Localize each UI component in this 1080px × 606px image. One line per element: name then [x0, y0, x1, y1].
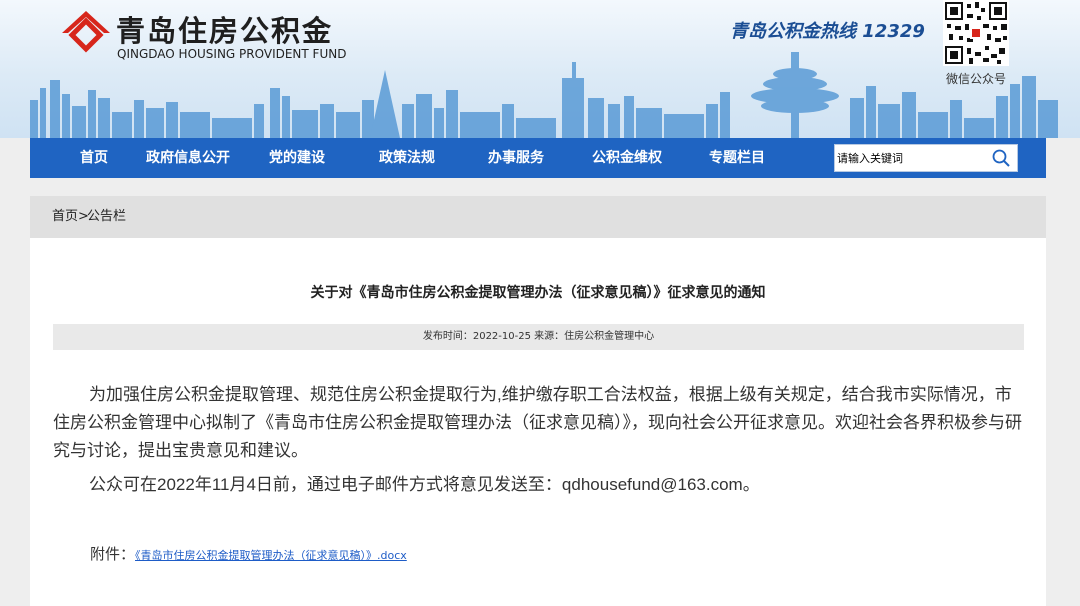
- logo-icon: [62, 11, 110, 53]
- hotline-text: 青岛公积金热线 12329: [730, 21, 925, 42]
- search-input[interactable]: [837, 148, 985, 168]
- article-title: 关于对《青岛市住房公积金提取管理办法（征求意见稿）》征求意见的通知: [310, 285, 766, 301]
- breadcrumb-home[interactable]: 首页: [52, 196, 78, 238]
- qr-label: 微信公众号: [945, 72, 1006, 86]
- nav-item-gov-info[interactable]: 政府信息公开: [146, 138, 230, 178]
- article-paragraph: 公众可在2022年11月4日前，通过电子邮件方式将意见发送至：qdhousefu…: [89, 475, 760, 494]
- nav-item-rights[interactable]: 公积金维权: [592, 138, 662, 178]
- nav-item-home[interactable]: 首页: [80, 138, 108, 178]
- attachment-link[interactable]: 《青岛市住房公积金提取管理办法（征求意见稿）》.docx: [135, 549, 407, 562]
- breadcrumb-current[interactable]: 公告栏: [87, 196, 126, 238]
- main-nav: 首页 政府信息公开 党的建设 政策法规 办事服务 公积金维权 专题栏目: [30, 138, 1046, 178]
- attachment-row: 附件：《青岛市住房公积金提取管理办法（征求意见稿）》.docx: [90, 543, 407, 564]
- attachment-label: 附件：: [90, 545, 136, 563]
- breadcrumb: 首页 > 公告栏: [30, 196, 1046, 238]
- article-paragraph: 为加强住房公积金提取管理、规范住房公积金提取行为,维护缴存职工合法权益，根据上级…: [53, 385, 1022, 460]
- search-box: [834, 144, 1018, 172]
- nav-item-topics[interactable]: 专题栏目: [709, 138, 765, 178]
- nav-item-party[interactable]: 党的建设: [269, 138, 325, 178]
- qr-code-icon[interactable]: [943, 0, 1009, 66]
- article-meta: 发布时间：2022-10-25 来源：住房公积金管理中心: [53, 324, 1024, 350]
- logo-title: 青岛住房公积金: [116, 14, 334, 48]
- article-card: 关于对《青岛市住房公积金提取管理办法（征求意见稿）》征求意见的通知 发布时间：2…: [30, 238, 1046, 606]
- search-icon[interactable]: [991, 148, 1011, 168]
- site-header: 青岛住房公积金 QINGDAO HOUSING PROVIDENT FUND 青…: [0, 0, 1080, 138]
- logo-subtitle: QINGDAO HOUSING PROVIDENT FUND: [117, 47, 347, 61]
- nav-item-services[interactable]: 办事服务: [488, 138, 544, 178]
- nav-item-policy[interactable]: 政策法规: [379, 138, 435, 178]
